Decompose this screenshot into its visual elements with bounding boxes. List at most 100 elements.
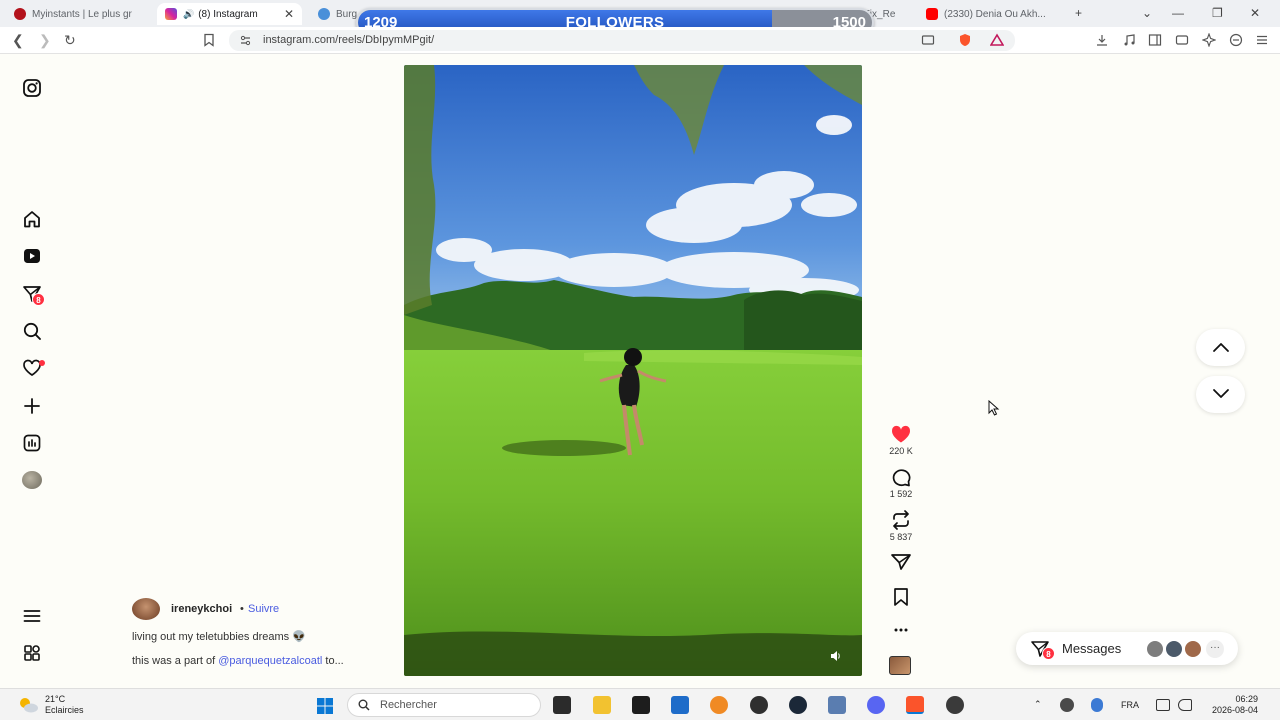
next-reel-button[interactable] — [1196, 376, 1245, 413]
input-language[interactable]: FRA — [1121, 700, 1139, 710]
tab-title: Myinstants | Le plus gr — [32, 8, 132, 20]
browser-tab-burg[interactable]: Burg — [310, 3, 360, 25]
close-window-icon[interactable]: ✕ — [1250, 6, 1260, 20]
browser-tab-myinstants[interactable]: Myinstants | Le plus gr — [6, 3, 156, 25]
contact-avatar — [1184, 640, 1202, 658]
browser-tab-youtube[interactable]: (2330) Denia Ou Akh... — [918, 3, 1068, 25]
reel-video-frame — [404, 65, 862, 676]
more-menu-icon[interactable] — [22, 606, 42, 626]
windows-taskbar: 21°C Eclaircies Rechercher ⌃ FRA 06:29 2… — [0, 688, 1280, 720]
tab-title: (8) Instagram — [198, 8, 258, 20]
network-icon[interactable] — [1156, 699, 1170, 711]
tab-list-chevron-down-icon[interactable]: ⌄ — [1142, 6, 1152, 20]
system-clock[interactable]: 06:29 2026-08-04 — [1212, 694, 1258, 716]
tray-chevron-up-icon[interactable]: ⌃ — [1034, 699, 1042, 710]
author-username[interactable]: ireneykchoi — [171, 603, 232, 615]
brave-shield-icon[interactable] — [958, 33, 972, 47]
share-paper-plane-icon — [891, 554, 911, 570]
also-from-meta-icon[interactable] — [22, 643, 42, 663]
brave-browser-icon[interactable] — [906, 696, 924, 714]
comment-action[interactable]: 1 592 — [888, 467, 914, 499]
home-icon[interactable] — [22, 209, 42, 229]
restore-icon[interactable]: ❐ — [1212, 6, 1223, 20]
tab-title: (2330) Denia Ou Akh... — [944, 8, 1046, 20]
cast-icon[interactable] — [921, 33, 935, 47]
speaker-icon[interactable]: 🔊 — [183, 9, 194, 20]
reload-icon[interactable]: ↻ — [64, 32, 76, 49]
bookmark-icon[interactable] — [202, 33, 216, 47]
youtube-favicon-icon — [926, 8, 938, 20]
store-icon[interactable] — [671, 696, 689, 714]
tab-title: Burg — [336, 8, 358, 20]
volume-tray-icon[interactable] — [1178, 699, 1192, 711]
caption-mention-link[interactable]: @parquequetzalcoatl — [218, 655, 322, 667]
clock-date: 2026-08-04 — [1212, 705, 1259, 715]
reel-video[interactable] — [404, 65, 862, 676]
forward-arrow-icon[interactable]: ❯ — [39, 32, 51, 49]
author-avatar[interactable] — [132, 598, 160, 620]
vpn-icon[interactable] — [1229, 33, 1243, 47]
caption-prefix: this was a part of — [132, 655, 219, 667]
create-plus-icon[interactable] — [22, 396, 42, 416]
like-action[interactable]: 220 K — [888, 424, 914, 456]
burg-favicon-icon — [318, 8, 330, 20]
profile-avatar[interactable] — [22, 471, 42, 489]
app-window-icon[interactable] — [828, 696, 846, 714]
save-action[interactable] — [888, 587, 914, 607]
address-bar[interactable]: instagram.com/reels/DbIpymMPgit/ — [229, 30, 1015, 51]
follow-button[interactable]: Suivre — [248, 603, 279, 615]
download-icon[interactable] — [1095, 33, 1109, 47]
caption-line-2[interactable]: this was a part of @parquequetzalcoatl t… — [132, 655, 344, 667]
notifications-nav[interactable] — [22, 358, 45, 378]
app-x-icon[interactable] — [632, 696, 650, 714]
messages-label: Messages — [1062, 641, 1122, 656]
back-arrow-icon[interactable]: ❮ — [12, 32, 24, 49]
like-count: 220 K — [889, 446, 913, 456]
app-record-icon[interactable] — [946, 696, 964, 714]
share-action[interactable] — [888, 552, 914, 572]
previous-reel-button[interactable] — [1196, 329, 1245, 366]
microphone-app-icon[interactable] — [710, 696, 728, 714]
taskbar-search-input[interactable]: Rechercher — [347, 693, 541, 717]
dashboard-icon[interactable] — [22, 433, 42, 453]
weather-temperature: 21°C — [45, 694, 66, 704]
repost-action[interactable]: 5 837 — [888, 510, 914, 542]
clock-time: 06:29 — [1235, 694, 1259, 704]
direct-messages-nav[interactable]: 8 — [22, 284, 45, 306]
minimize-icon[interactable]: — — [1172, 6, 1184, 20]
windows-start-icon[interactable] — [316, 697, 334, 715]
search-icon[interactable] — [22, 321, 42, 341]
leo-ai-icon[interactable] — [1202, 33, 1216, 47]
discord-icon[interactable] — [867, 696, 885, 714]
sidebar-icon[interactable] — [1148, 33, 1162, 47]
more-dots-icon — [894, 628, 908, 632]
media-icon[interactable] — [1122, 33, 1136, 47]
app-g-icon[interactable] — [750, 696, 768, 714]
tray-app-icon[interactable] — [1060, 698, 1074, 712]
site-settings-icon[interactable] — [239, 34, 252, 47]
instagram-logo-icon[interactable] — [22, 78, 42, 98]
chevron-down-icon — [1212, 389, 1229, 398]
more-options-action[interactable] — [888, 622, 914, 638]
notification-dot — [39, 360, 45, 366]
task-view-icon[interactable] — [553, 696, 571, 714]
brave-rewards-icon[interactable] — [990, 33, 1004, 47]
audio-thumbnail[interactable] — [889, 656, 911, 675]
browser-tab-instagram[interactable]: 🔊 (8) Instagram ✕ — [157, 3, 302, 25]
close-tab-icon[interactable]: ✕ — [284, 7, 294, 21]
new-tab-icon[interactable]: + — [1075, 6, 1082, 20]
file-explorer-icon[interactable] — [593, 696, 611, 714]
wallet-icon[interactable] — [1175, 33, 1189, 47]
caption-suffix: to... — [322, 655, 344, 667]
messages-bar-badge: 8 — [1042, 647, 1055, 660]
weather-sun-cloud-icon[interactable] — [16, 695, 40, 715]
bookmark-save-icon — [894, 588, 908, 606]
reels-icon[interactable] — [22, 246, 42, 266]
volume-icon[interactable] — [830, 650, 842, 662]
weather-widget[interactable]: 21°C Eclaircies — [45, 694, 84, 716]
menu-hamburger-icon[interactable] — [1255, 33, 1269, 47]
weather-description: Eclaircies — [45, 705, 84, 715]
tray-microphone-icon[interactable] — [1091, 698, 1103, 712]
steam-icon[interactable] — [789, 696, 807, 714]
messages-bar[interactable]: 8 Messages ··· — [1016, 632, 1238, 665]
